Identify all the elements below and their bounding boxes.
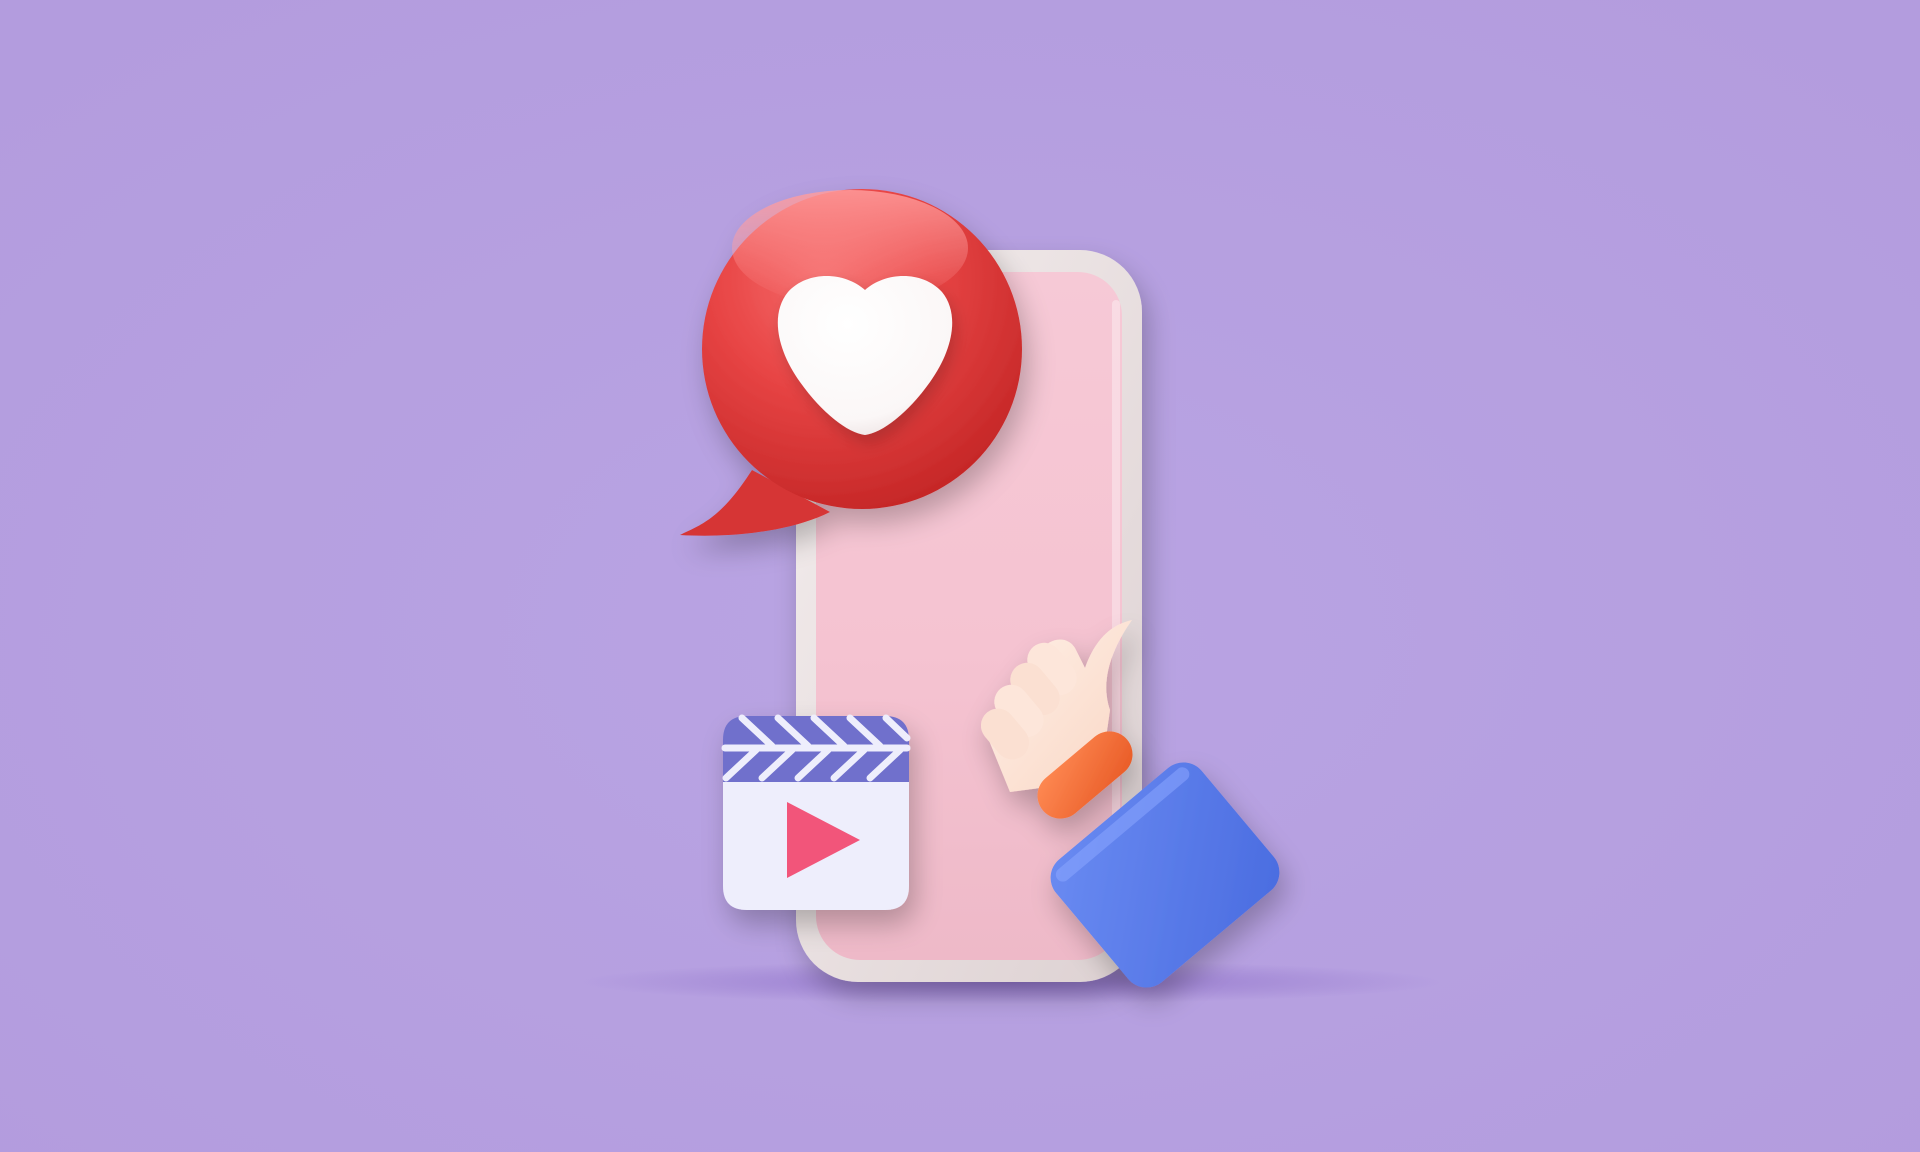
clapperboard-play-icon xyxy=(721,714,911,910)
illustration-canvas xyxy=(0,0,1920,1152)
illustration-scene xyxy=(0,0,1920,1152)
